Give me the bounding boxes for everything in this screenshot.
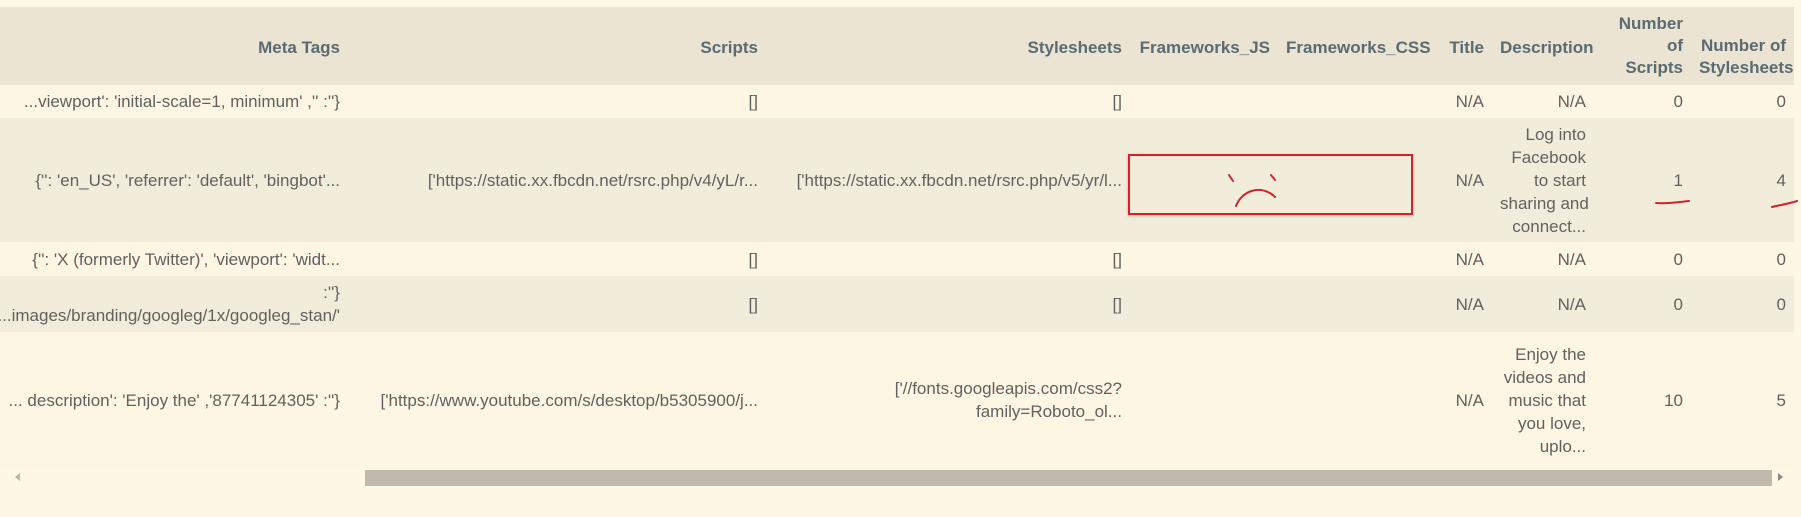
meta-tags-line: {'': (323, 283, 340, 302)
cell-stylesheets: [] (1112, 294, 1122, 314)
scroll-right-arrow-icon[interactable] (1778, 473, 1783, 481)
description-line: connect... (1512, 216, 1586, 236)
description-line: uplo... (1539, 436, 1586, 456)
sad-face-sketch-icon (1228, 174, 1276, 207)
cell-meta-tags: {'': 'en_US', 'referrer': 'default', 'bi… (35, 170, 340, 190)
description-line: sharing and (1500, 193, 1589, 213)
cell-stylesheets: ['//fonts.googleapis.com/css2? family=Ro… (766, 332, 1130, 467)
cell-title: N/A (1455, 249, 1484, 269)
description-line: music that (1508, 390, 1586, 410)
description-line: videos and (1503, 367, 1586, 387)
cell-number-of-stylesheets: 4 (1776, 170, 1786, 190)
cell-number-of-stylesheets: 0 (1776, 92, 1786, 111)
cell-frameworks-js (1130, 276, 1278, 332)
column-header-frameworks-js[interactable]: Frameworks_JS (1130, 7, 1278, 85)
cell-frameworks-css (1278, 276, 1436, 332)
cell-meta-tags: {'': '87741124305', 'description': 'Enjo… (8, 390, 341, 410)
description-line: Log into (1525, 124, 1587, 144)
cell-scripts: [] (748, 249, 758, 269)
cell-scripts: [] (748, 294, 758, 314)
cell-meta-tags: {'': '', 'viewport': 'initial-scale=1, m… (23, 92, 340, 111)
description-line: you love, (1517, 413, 1586, 433)
cell-description: Log into Facebook to start sharing and c… (1492, 118, 1594, 242)
table-row: {'': '87741124305', 'description': 'Enjo… (0, 332, 1794, 467)
header-row: Meta Tags Scripts Stylesheets Frameworks… (0, 7, 1794, 85)
scrollbar-thumb[interactable] (365, 470, 1772, 486)
cell-meta-tags: {'': '/images/branding/googleg/1x/google… (0, 276, 348, 332)
column-header-frameworks-css[interactable]: Frameworks_CSS (1278, 7, 1436, 85)
cell-number-of-stylesheets: 0 (1776, 294, 1786, 314)
cell-description: N/A (1557, 92, 1586, 111)
table-row: {'': '/images/branding/googleg/1x/google… (0, 276, 1794, 332)
cell-number-of-scripts: 0 (1673, 249, 1683, 269)
cell-description: N/A (1557, 249, 1586, 269)
scroll-left-arrow-icon[interactable] (15, 473, 20, 481)
header-line: Scripts (1625, 58, 1683, 77)
cell-number-of-stylesheets: 0 (1776, 249, 1786, 269)
description-line: to start (1534, 170, 1586, 190)
cell-meta-tags: {'': 'X (formerly Twitter)', 'viewport':… (32, 249, 340, 269)
cell-frameworks-css (1278, 85, 1436, 118)
cell-number-of-scripts: 0 (1673, 294, 1683, 314)
column-header-number-of-scripts[interactable]: Number of Scripts (1594, 7, 1691, 85)
table-row: {'': '', 'viewport': 'initial-scale=1, m… (0, 85, 1794, 118)
column-header-description[interactable]: Description (1492, 7, 1594, 85)
cell-scripts: [] (748, 92, 758, 111)
header-line: Stylesheets (1699, 58, 1794, 77)
column-header-stylesheets[interactable]: Stylesheets (766, 7, 1130, 85)
description-line: Enjoy the (1515, 344, 1586, 364)
dataframe-table: Meta Tags Scripts Stylesheets Frameworks… (0, 7, 1794, 467)
cell-number-of-scripts: 0 (1673, 92, 1683, 111)
cell-frameworks-js (1130, 332, 1278, 467)
column-header-meta-tags[interactable]: Meta Tags (0, 7, 348, 85)
horizontal-scrollbar[interactable] (0, 467, 1794, 487)
red-underline-mark-icon (1771, 200, 1798, 208)
header-line: of (1666, 36, 1683, 55)
meta-tags-line: '/images/branding/googleg/1x/googleg_sta… (0, 306, 340, 325)
column-header-number-of-stylesheets[interactable]: Number of Stylesheets (1691, 7, 1794, 85)
header-line: Number of (1701, 36, 1786, 55)
cell-scripts: ['https://www.youtube.com/s/desktop/b530… (380, 390, 758, 410)
cell-title: N/A (1455, 170, 1484, 190)
cell-description: Enjoy the videos and music that you love… (1492, 332, 1594, 467)
description-line: Facebook (1511, 147, 1586, 167)
cell-number-of-scripts: 1 (1673, 170, 1683, 190)
cell-number-of-stylesheets: 5 (1776, 390, 1786, 410)
cell-title: N/A (1455, 390, 1484, 410)
column-header-title[interactable]: Title (1436, 7, 1492, 85)
cell-title: N/A (1455, 92, 1484, 111)
cell-title: N/A (1455, 294, 1484, 314)
cell-stylesheets: ['https://static.xx.fbcdn.net/rsrc.php/v… (796, 170, 1122, 190)
column-header-scripts[interactable]: Scripts (348, 7, 766, 85)
cell-frameworks-js (1130, 85, 1278, 118)
cell-stylesheets: [] (1112, 92, 1122, 111)
table-row: {'': 'X (formerly Twitter)', 'viewport':… (0, 242, 1794, 276)
stylesheets-line: family=Roboto_ol... (976, 402, 1122, 421)
cell-description: N/A (1557, 294, 1586, 314)
stylesheets-line: ['//fonts.googleapis.com/css2? (894, 379, 1122, 398)
red-underline-mark-icon (1655, 200, 1690, 205)
cell-stylesheets: [] (1112, 249, 1122, 269)
dataframe-viewport[interactable]: Meta Tags Scripts Stylesheets Frameworks… (0, 7, 1794, 467)
cell-scripts: ['https://static.xx.fbcdn.net/rsrc.php/v… (427, 170, 758, 190)
table-row: {'': 'en_US', 'referrer': 'default', 'bi… (0, 118, 1794, 242)
cell-frameworks-css (1278, 242, 1436, 276)
cell-frameworks-js (1130, 242, 1278, 276)
cell-frameworks-css (1278, 332, 1436, 467)
header-line: Number (1618, 14, 1683, 33)
cell-number-of-scripts: 10 (1664, 390, 1683, 410)
